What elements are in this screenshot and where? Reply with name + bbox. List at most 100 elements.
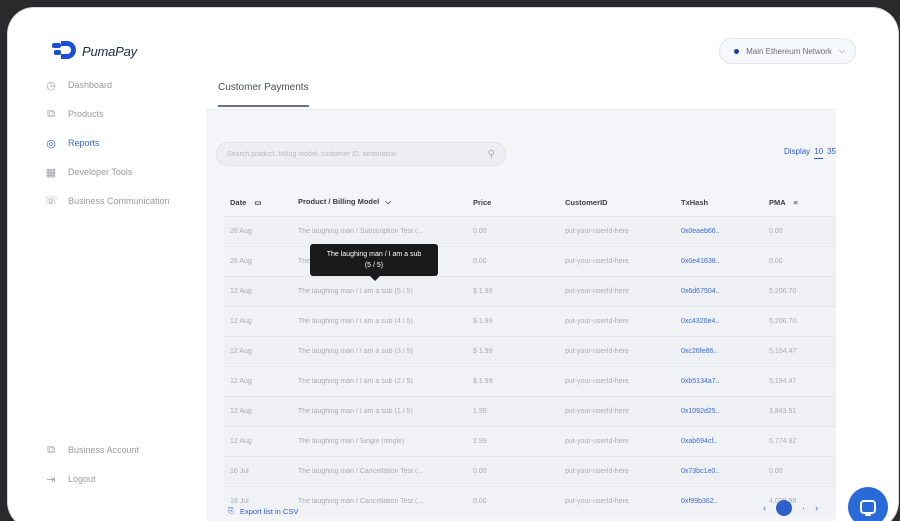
table-row[interactable]: 12 Aug The laughing man / I am a sub (2 /… [224,366,836,396]
network-label: Main Ethereum Network [746,46,832,56]
col-customerid-header: CustomerID [565,197,608,207]
cell-customerid: put-your-userId-here [565,318,629,325]
sidebar-item-business-communication[interactable]: ☏ Business Communication [44,195,204,232]
cell-customerid: put-your-userId-here [565,468,629,475]
cell-price: 1.99 [473,408,487,415]
cell-date: 16 Jul [230,498,249,505]
cell-txhash[interactable]: 0x0eaeb66.. [675,228,763,235]
filter-icon[interactable]: ≡ [793,198,797,207]
cell-product[interactable]: The laughing man / I am a sub (1 / 5) [292,408,467,415]
cell-price: $ 1.99 [473,378,493,385]
table-row[interactable]: 16 Jul The laughing man / Cancellation Te… [224,456,836,486]
cell-date: 12 Aug [230,438,252,445]
brand-name: PumaPay [82,43,137,59]
cell-txhash[interactable]: 0xab694cf.. [675,438,763,445]
cell-customerid: put-your-userId-here [565,438,629,445]
sidebar-item-developer-tools[interactable]: ▦ Developer Tools [44,167,204,196]
display-option-35[interactable]: 35 [827,147,836,159]
col-price-header: Price [473,197,492,207]
cell-price: 2.99 [473,438,487,445]
cell-txhash[interactable]: 0x73bc1e0.. [675,468,763,475]
sidebar-item-products[interactable]: ⧉ Products [44,107,204,138]
cell-price: 0.00 [473,468,487,475]
sidebar-item-logout[interactable]: ⇥ Logout [44,474,204,503]
calendar-icon[interactable]: ▭ [254,198,261,207]
cell-price: $ 1.99 [473,288,493,295]
export-csv-button[interactable]: ⎘ Export list in CSV [228,506,298,516]
table-row[interactable]: 12 Aug The laughing man / Single (single)… [224,426,836,456]
cell-pma: 5,206.70 [769,288,797,295]
cell-product[interactable]: The laughing man / Cancellation Test (..… [292,498,467,505]
search-input[interactable] [227,150,488,158]
cell-price: 0.00 [473,498,487,505]
cell-date: 12 Aug [230,378,252,385]
chevron-down-icon[interactable]: ⌵ [385,197,391,206]
chat-support-button[interactable] [848,487,888,521]
cell-product[interactable]: The laughing man / Single (single) [292,438,467,445]
cell-customerid: put-your-userId-here [565,408,629,415]
cell-date: 28 Aug [230,258,252,265]
cell-pma: 5,774.92 [769,438,797,445]
cell-customerid: put-your-userId-here [565,258,629,265]
export-label: Export list in CSV [240,506,299,516]
cell-date: 16 Jul [230,468,249,475]
cell-price: $ 1.99 [473,318,493,325]
reports-icon: ◎ [46,137,56,150]
cell-price: $ 1.99 [473,348,493,355]
business-account-icon: ⧉ [47,443,55,456]
table-row[interactable]: 28 Aug The laughing man / Subscription Te… [224,216,836,246]
col-txhash-header: TxHash [681,197,709,207]
sidebar-item-dashboard[interactable]: ◷ Dashboard [44,80,204,109]
sidebar-item-label: Logout [68,474,96,484]
tab-customer-payments[interactable]: Customer Payments [218,82,309,107]
col-pma-header[interactable]: PMA ≡ [763,198,836,207]
prev-page-icon[interactable]: ‹ [763,503,766,513]
col-date-header[interactable]: Date ▭ [224,198,292,207]
cell-txhash[interactable]: 0xc26fe86.. [675,348,763,355]
sidebar-item-label: Developer Tools [68,167,133,177]
table-row[interactable]: 12 Aug The laughing man / I am a sub (3 /… [224,336,836,366]
sidebar-item-business-account[interactable]: ⧉ Business Account [44,443,204,474]
cell-date: 12 Aug [230,318,252,325]
cell-date: 12 Aug [230,288,252,295]
cell-date: 28 Aug [230,228,252,235]
cell-pma: 5,194.47 [769,348,797,355]
cell-txhash[interactable]: 0x0e41638.. [675,258,763,265]
cell-txhash[interactable]: 0x6d67504.. [675,288,763,295]
search-box[interactable]: ⚲ [216,142,506,166]
search-icon[interactable]: ⚲ [488,149,495,160]
cell-txhash[interactable]: 0xc4320e4.. [675,318,763,325]
network-status-dot [734,48,740,54]
cell-customerid: put-your-userId-here [565,378,629,385]
cell-product[interactable]: The laughing man / I am a sub (4 / 5) [292,318,467,325]
pumapay-logo-icon [52,41,78,61]
cell-txhash[interactable]: 0xb5134a7.. [675,378,763,385]
developer-tools-icon: ▦ [45,166,57,179]
col-product-header[interactable]: Product / Billing Model ⌵ [292,197,467,207]
cell-product[interactable]: The laughing man / Subscription Test (..… [292,228,467,235]
cell-customerid: put-your-userId-here [565,348,629,355]
brand-logo[interactable]: PumaPay [52,41,137,61]
main-panel: Customer Payments ⚲ Display 10 35 Date ▭… [206,70,836,521]
table-row[interactable]: 12 Aug The laughing man / I am a sub (1 /… [224,396,836,426]
cell-product[interactable]: The laughing man / I am a sub (3 / 5) [292,348,467,355]
current-page-indicator[interactable] [776,500,792,516]
network-selector[interactable]: Main Ethereum Network ⌵ [719,38,856,64]
cell-product[interactable]: The laughing man / I am a sub (5 / 5) [292,288,467,295]
table-row[interactable]: 12 Aug The laughing man / I am a sub (5 /… [224,276,836,306]
cell-txhash[interactable]: 0x1092d25.. [675,408,763,415]
products-icon: ⧉ [47,107,55,120]
cell-product[interactable]: The laughing man / I am a sub (2 / 5) [292,378,467,385]
display-option-10[interactable]: 10 [814,147,824,159]
col-date-label: Date [230,197,247,207]
table-row[interactable]: 16 Jul The laughing man / Cancellation Te… [224,486,836,516]
next-page-icon[interactable]: › [815,503,818,513]
cell-date: 12 Aug [230,408,252,415]
table-row[interactable]: 12 Aug The laughing man / I am a sub (4 /… [224,306,836,336]
cell-txhash[interactable]: 0xf99b362.. [675,498,763,505]
page-dot-icon[interactable]: · [802,503,805,513]
cell-product[interactable]: The laughing man / Cancellation Test (..… [292,468,467,475]
cell-pma: 0.00 [769,468,783,475]
sidebar-item-reports[interactable]: ◎ Reports [44,138,204,167]
pagination: ‹ · › [763,500,818,516]
